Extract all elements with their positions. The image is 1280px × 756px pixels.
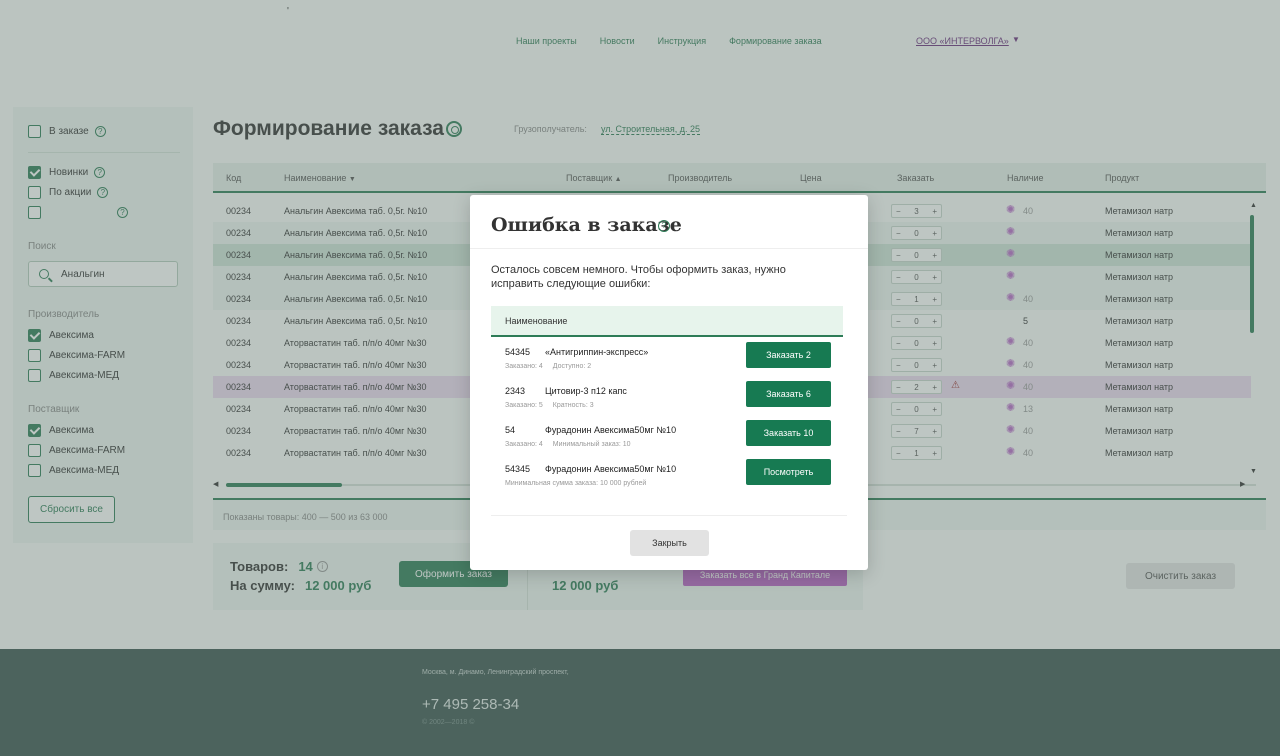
item-min-sum: Минимальная сумма заказа: 10 000 рублей [505,480,647,487]
item-name: Фурадонин Авексима50мг №10 [545,464,677,474]
item-details: Заказано: 5 Кратность: 3 [505,402,604,409]
item-code: 54345 [505,464,531,474]
item-name: «Антигриппин-экспресс» [545,347,649,357]
help-icon[interactable]: ? [658,220,670,232]
error-item: 54345 Фурадонин Авексима50мг №10 Минимал… [505,459,840,494]
fix-order-button[interactable]: Заказать 10 [746,420,831,446]
item-code: 54 [505,425,516,435]
error-list-header: Наименование [491,306,843,337]
item-code: 54345 [505,347,531,357]
view-item-button[interactable]: Посмотреть [746,459,831,485]
item-constraint: Минимальный заказ: 10 [552,441,631,448]
item-ordered: Заказано: 5 [505,402,543,409]
divider [491,515,847,516]
item-constraint: Кратность: 3 [552,402,594,409]
error-item: 54 Фурадонин Авексима50мг №10 Заказано: … [505,420,840,455]
divider [470,248,868,249]
error-item: 2343 Цитовир-3 п12 капс Заказано: 5 Кратн… [505,381,840,416]
order-error-modal: Ошибка в заказе ? Осталось совсем немног… [470,195,868,570]
error-item: 54345 «Антигриппин-экспресс» Заказано: 4… [505,342,840,377]
fix-order-button[interactable]: Заказать 2 [746,342,831,368]
item-details: Заказано: 4 Минимальный заказ: 10 [505,441,641,448]
item-constraint: Доступно: 2 [552,363,592,370]
item-details: Минимальная сумма заказа: 10 000 рублей [505,480,656,487]
modal-message: Осталось совсем немного. Чтобы оформить … [491,264,786,290]
fix-order-button[interactable]: Заказать 6 [746,381,831,407]
close-button[interactable]: Закрыть [630,530,709,556]
item-ordered: Заказано: 4 [505,441,543,448]
item-name: Фурадонин Авексима50мг №10 [545,425,677,435]
modal-title: Ошибка в заказе [491,214,682,236]
item-ordered: Заказано: 4 [505,363,543,370]
item-code: 2343 [505,386,526,396]
item-details: Заказано: 4 Доступно: 2 [505,363,601,370]
item-name: Цитовир-3 п12 капс [545,386,627,396]
